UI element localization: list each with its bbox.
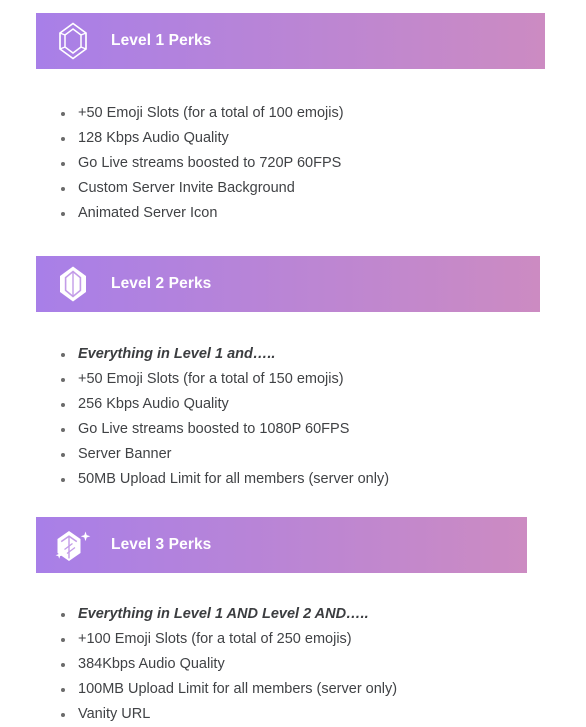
level-2-section: Level 2 Perks Everything in Level 1 and…… [0, 256, 586, 492]
level-2-header-gap [0, 312, 586, 342]
list-item: 100MB Upload Limit for all members (serv… [0, 677, 586, 702]
level-3-perk-list: Everything in Level 1 AND Level 2 AND…..… [0, 602, 586, 727]
level-1-header-gap [0, 69, 586, 101]
list-item: Vanity URL [0, 702, 586, 727]
list-item: 128 Kbps Audio Quality [0, 126, 586, 151]
level-3-header-gap [0, 573, 586, 602]
list-item: 384Kbps Audio Quality [0, 652, 586, 677]
level-1-title: Level 1 Perks [111, 32, 212, 49]
gem-sparkle-icon [54, 524, 92, 566]
top-spacer [0, 0, 586, 13]
level-1-section: Level 1 Perks +50 Emoji Slots (for a tot… [0, 13, 586, 226]
level-2-perk-list: Everything in Level 1 and….. +50 Emoji S… [0, 342, 586, 492]
list-item: 50MB Upload Limit for all members (serve… [0, 467, 586, 492]
level-2-list-gap [0, 492, 586, 517]
list-item: Go Live streams boosted to 1080P 60FPS [0, 417, 586, 442]
level-1-list-gap [0, 226, 586, 256]
level-1-header: Level 1 Perks [36, 13, 545, 69]
level-2-title: Level 2 Perks [111, 275, 212, 292]
list-item: Animated Server Icon [0, 201, 586, 226]
level-1-perk-list: +50 Emoji Slots (for a total of 100 emoj… [0, 101, 586, 226]
list-item: Custom Server Invite Background [0, 176, 586, 201]
list-item: Go Live streams boosted to 720P 60FPS [0, 151, 586, 176]
list-item: +100 Emoji Slots (for a total of 250 emo… [0, 627, 586, 652]
level-2-header: Level 2 Perks [36, 256, 540, 312]
gem-outline-icon [54, 20, 92, 62]
gem-filled-icon [54, 263, 92, 305]
list-item: Server Banner [0, 442, 586, 467]
list-item: +50 Emoji Slots (for a total of 100 emoj… [0, 101, 586, 126]
list-item: +50 Emoji Slots (for a total of 150 emoj… [0, 367, 586, 392]
level-3-header: Level 3 Perks [36, 517, 527, 573]
list-item: Everything in Level 1 AND Level 2 AND….. [0, 602, 586, 627]
level-3-title: Level 3 Perks [111, 536, 212, 553]
list-item: Everything in Level 1 and….. [0, 342, 586, 367]
level-3-section: Level 3 Perks Everything in Level 1 AND … [0, 517, 586, 727]
perks-page: Level 1 Perks +50 Emoji Slots (for a tot… [0, 0, 586, 722]
list-item: 256 Kbps Audio Quality [0, 392, 586, 417]
